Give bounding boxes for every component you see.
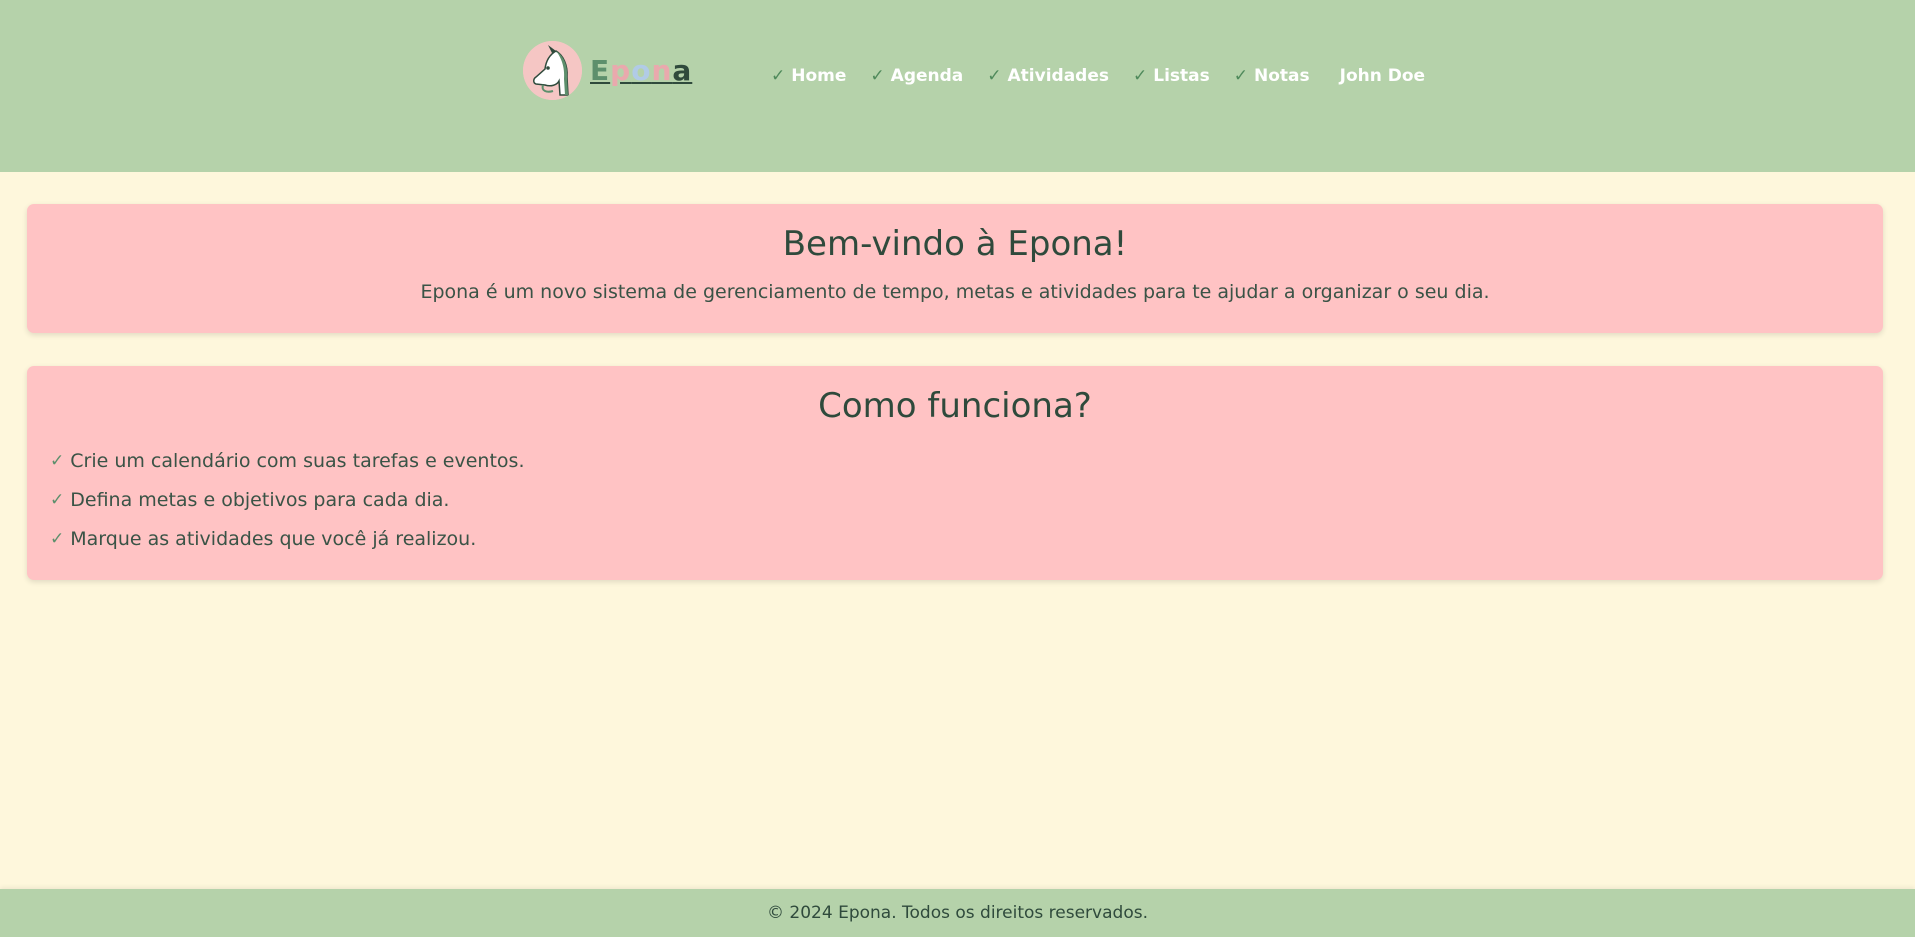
logo-letter: a bbox=[672, 54, 693, 87]
check-icon: ✓ bbox=[1233, 66, 1248, 86]
nav-item-listas[interactable]: ✓ Listas bbox=[1133, 66, 1210, 86]
nav-item-notas[interactable]: ✓ Notas bbox=[1234, 66, 1310, 86]
welcome-text: Epona é um novo sistema de gerenciamento… bbox=[420, 281, 1490, 303]
list-item: ✓ Defina metas e objetivos para cada dia… bbox=[50, 480, 524, 519]
footer-text: © 2024 Epona. Todos os direitos reservad… bbox=[767, 903, 1148, 923]
horse-head-icon bbox=[523, 41, 582, 100]
list-item-text: Marque as atividades que você já realizo… bbox=[70, 527, 477, 550]
list-item-text: Crie um calendário com suas tarefas e ev… bbox=[70, 449, 525, 472]
nav-item-home[interactable]: ✓ Home bbox=[771, 66, 846, 86]
nav-item-label: Atividades bbox=[1007, 66, 1109, 86]
logo-letter: E bbox=[590, 54, 611, 87]
user-menu[interactable]: John Doe bbox=[1340, 66, 1425, 86]
check-icon: ✓ bbox=[987, 66, 1002, 86]
welcome-title: Bem-vindo à Epona! bbox=[782, 224, 1128, 264]
main-nav: ✓ Home ✓ Agenda ✓ Atividades ✓ Listas ✓ … bbox=[771, 66, 1425, 86]
logo-letter: p bbox=[610, 54, 632, 87]
how-it-works-card: Como funciona? ✓ Crie um calendário com … bbox=[27, 366, 1883, 580]
nav-item-agenda[interactable]: ✓ Agenda bbox=[870, 66, 963, 86]
logo-letter: o bbox=[631, 54, 652, 87]
nav-item-label: Listas bbox=[1153, 66, 1210, 86]
welcome-card: Bem-vindo à Epona! Epona é um novo siste… bbox=[27, 204, 1883, 333]
nav-item-label: Home bbox=[791, 66, 847, 86]
check-icon: ✓ bbox=[771, 66, 786, 86]
nav-item-label: Agenda bbox=[890, 66, 964, 86]
logo-wordmark: Epona bbox=[590, 54, 692, 87]
check-icon: ✓ bbox=[50, 528, 65, 549]
check-icon: ✓ bbox=[1133, 66, 1148, 86]
nav-item-atividades[interactable]: ✓ Atividades bbox=[987, 66, 1109, 86]
check-icon: ✓ bbox=[870, 66, 885, 86]
list-item-text: Defina metas e objetivos para cada dia. bbox=[70, 488, 450, 511]
check-icon: ✓ bbox=[50, 489, 65, 510]
nav-item-label: Notas bbox=[1254, 66, 1310, 86]
logo-link[interactable]: Epona bbox=[523, 41, 692, 100]
site-header: Epona ✓ Home ✓ Agenda ✓ Atividades ✓ Lis… bbox=[0, 0, 1915, 172]
how-it-works-title: Como funciona? bbox=[818, 386, 1092, 426]
list-item: ✓ Marque as atividades que você já reali… bbox=[50, 519, 524, 558]
list-item: ✓ Crie um calendário com suas tarefas e … bbox=[50, 441, 524, 480]
how-it-works-list: ✓ Crie um calendário com suas tarefas e … bbox=[50, 441, 524, 558]
logo-letter: n bbox=[651, 54, 673, 87]
site-footer: © 2024 Epona. Todos os direitos reservad… bbox=[0, 889, 1915, 937]
check-icon: ✓ bbox=[50, 450, 65, 471]
